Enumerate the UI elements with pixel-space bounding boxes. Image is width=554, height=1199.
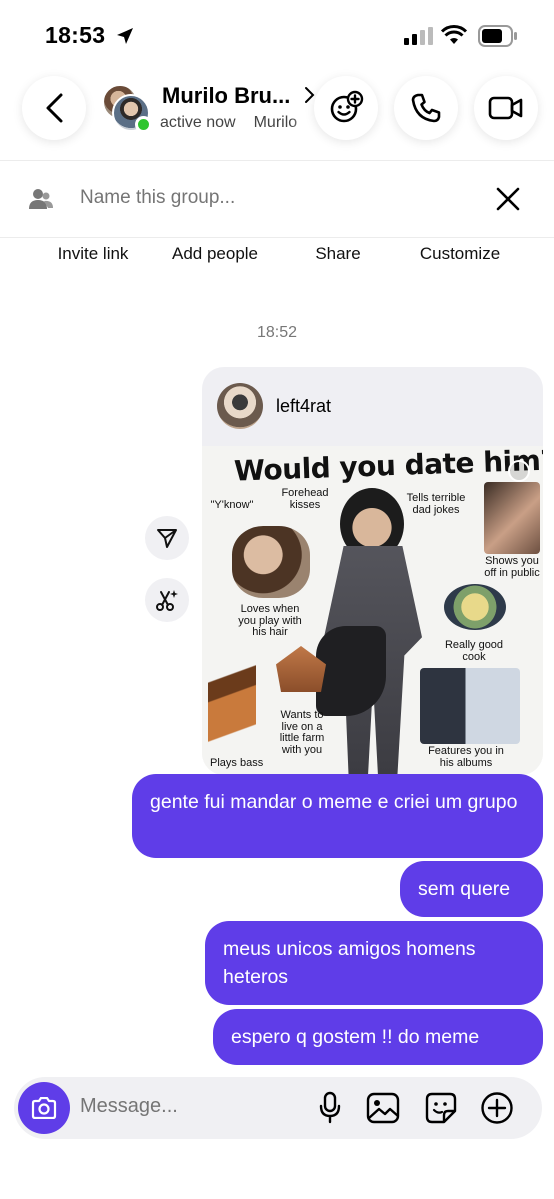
meme-coat [316, 626, 386, 716]
group-name-bar [0, 160, 554, 238]
phone-icon [411, 93, 441, 123]
scissors-sparkle-icon [156, 590, 178, 611]
share-post-button[interactable] [145, 516, 189, 560]
group-actions: Invite link Add people Share Customize [0, 240, 554, 270]
camera-icon [31, 1097, 57, 1119]
meme-photo-food [444, 584, 506, 630]
meme-image[interactable]: Would you date him? "Y'know" Forehead ki… [202, 443, 543, 775]
outgoing-message[interactable]: meus unicos amigos homens heteros [205, 921, 543, 1005]
add-people-button[interactable]: Add people [172, 244, 258, 264]
meme-photo-hair [232, 526, 310, 598]
carousel-indicator [508, 460, 530, 482]
meme-label: Wants to live on a little farm with you [279, 709, 325, 756]
post-author-avatar[interactable] [217, 383, 263, 429]
message-input[interactable] [80, 1095, 300, 1118]
chevron-right-icon[interactable] [303, 86, 315, 104]
status-bar: 18:53 [0, 0, 554, 70]
message-composer [14, 1077, 542, 1139]
add-circle-icon[interactable] [480, 1091, 514, 1125]
active-status-text: active now [160, 114, 236, 131]
battery-icon [478, 25, 517, 47]
back-button[interactable] [22, 76, 86, 140]
sticker-icon[interactable] [424, 1091, 458, 1125]
customize-button[interactable]: Customize [420, 244, 500, 264]
effects-button[interactable] [314, 76, 378, 140]
meme-label: Plays bass [210, 757, 264, 769]
meme-label: "Y'know" [210, 499, 254, 511]
meme-label: Shows you off in public [484, 555, 540, 579]
group-name-input[interactable] [80, 187, 460, 209]
meme-photo-bass [208, 636, 256, 750]
video-camera-icon [488, 96, 523, 120]
meme-label: Loves when you play with his hair [238, 603, 302, 639]
close-icon[interactable] [495, 186, 521, 212]
meme-label: Forehead kisses [281, 487, 329, 511]
chevron-left-icon [46, 93, 63, 123]
location-arrow-icon [117, 28, 133, 44]
send-icon [157, 529, 177, 548]
invite-link-button[interactable]: Invite link [58, 244, 129, 264]
sticker-add-icon [330, 90, 364, 123]
meme-label: Features you in his albums [428, 745, 504, 769]
meme-title: Would you date him? [233, 443, 543, 488]
meme-photo-hands [484, 482, 540, 554]
image-gallery-icon[interactable] [366, 1091, 400, 1125]
meme-photo-album [420, 668, 520, 744]
chat-title[interactable]: Murilo Bru... [162, 83, 290, 109]
camera-button[interactable] [18, 1082, 70, 1134]
microphone-icon[interactable] [318, 1091, 342, 1125]
active-status-dot [135, 116, 152, 133]
group-avatar[interactable] [102, 84, 154, 134]
voice-call-button[interactable] [394, 76, 458, 140]
outgoing-message[interactable]: gente fui mandar o meme e criei um grupo [132, 774, 543, 858]
outgoing-message[interactable]: espero q gostem !! do meme [213, 1009, 543, 1065]
meme-label: Really good cook [444, 639, 504, 663]
shared-post-card[interactable]: left4rat Would you date him? "Y'know" Fo… [202, 367, 543, 775]
remix-button[interactable] [145, 578, 189, 622]
post-author-username[interactable]: left4rat [276, 396, 331, 417]
meme-label: Tells terrible dad jokes [406, 492, 466, 516]
status-time: 18:53 [45, 22, 106, 48]
video-call-button[interactable] [474, 76, 538, 140]
outgoing-message[interactable]: sem quere [400, 861, 543, 917]
people-icon [29, 189, 53, 209]
chat-header: Murilo Bru... active now Murilo [0, 70, 554, 160]
message-timestamp: 18:52 [256, 324, 298, 341]
cellular-signal-icon [404, 27, 433, 45]
share-button[interactable]: Share [315, 244, 360, 264]
wifi-icon [441, 25, 467, 44]
